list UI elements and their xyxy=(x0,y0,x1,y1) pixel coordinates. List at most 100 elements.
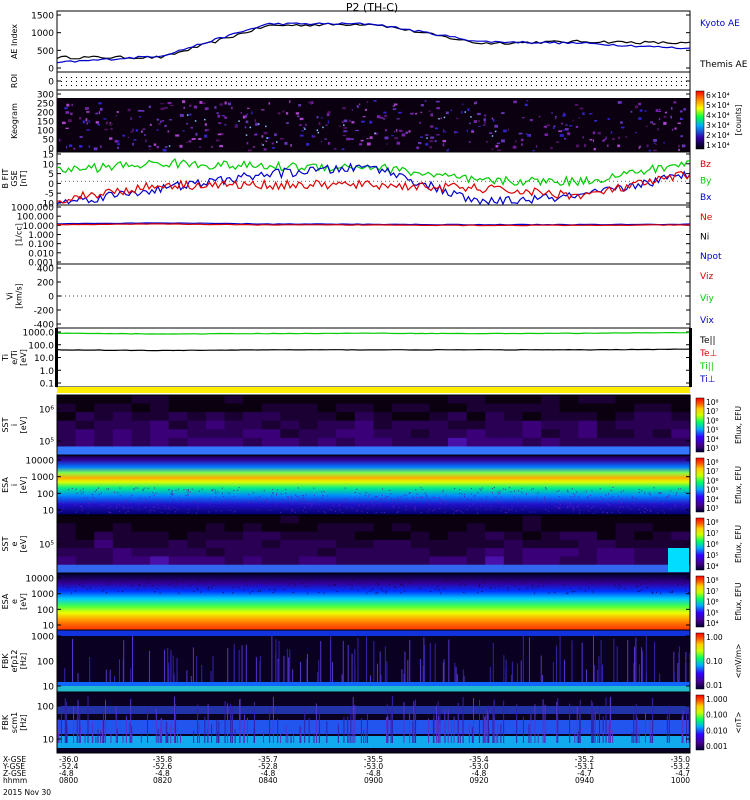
esa-speckle xyxy=(395,587,397,589)
esa-speckle xyxy=(558,507,560,509)
sst-cell xyxy=(243,395,263,405)
esa-speckle xyxy=(375,592,377,594)
roi-dot xyxy=(161,85,162,86)
sst-cell xyxy=(94,539,114,549)
fbk-streak xyxy=(516,663,518,682)
esa-speckle xyxy=(333,584,335,586)
keogram-pixel xyxy=(497,149,501,152)
esa-speckle xyxy=(620,582,622,584)
keogram-pixel xyxy=(655,143,657,146)
sst-cell xyxy=(261,403,282,413)
esa-speckle xyxy=(591,490,593,492)
sst-cell xyxy=(94,446,114,456)
colorbar xyxy=(695,517,705,571)
esa-speckle xyxy=(403,590,405,592)
panel-bfield: 151050-5-10B FIT GSE [nT]BzByBx xyxy=(1,151,712,210)
esa-speckle xyxy=(665,496,667,498)
esa-speckle xyxy=(400,592,402,594)
esa-speckle xyxy=(587,510,589,512)
sst-cell xyxy=(466,539,486,549)
sst-cell xyxy=(336,539,356,549)
esa-speckle xyxy=(352,501,354,503)
roi-dot xyxy=(451,85,452,86)
esa-speckle xyxy=(617,587,619,589)
roi-dot xyxy=(331,85,332,86)
series-bz xyxy=(56,171,691,204)
esa-speckle xyxy=(425,575,427,577)
sst-cell xyxy=(299,420,319,430)
esa-speckle xyxy=(107,583,109,585)
fbk-streak xyxy=(64,698,66,743)
fbk-streak xyxy=(610,696,612,743)
sst-cell xyxy=(299,395,319,405)
esa-speckle xyxy=(578,504,580,506)
esa-speckle xyxy=(638,509,640,511)
sst-cell xyxy=(112,564,133,574)
esa-speckle xyxy=(453,512,455,514)
esa-speckle xyxy=(559,503,561,505)
keogram-bright xyxy=(304,128,306,130)
y-axis-label-line: B FIT xyxy=(1,168,10,188)
esa-speckle xyxy=(171,494,173,496)
roi-dot xyxy=(371,77,372,78)
y-tick-label: 10000 xyxy=(25,575,54,585)
esa-speckle xyxy=(352,579,354,581)
keogram-bright xyxy=(194,120,197,122)
sst-cell xyxy=(373,446,393,456)
esa-speckle xyxy=(290,579,292,581)
keogram-pixel xyxy=(179,144,183,148)
x-tick-label: 0800 xyxy=(59,776,78,785)
esa-speckle xyxy=(302,497,304,499)
esa-speckle xyxy=(459,497,461,499)
esa-speckle xyxy=(169,496,171,498)
esa-speckle xyxy=(638,491,640,493)
roi-dot xyxy=(96,77,97,78)
roi-dot xyxy=(481,85,482,86)
esa-speckle xyxy=(437,586,439,588)
esa-speckle xyxy=(248,501,250,503)
esa-speckle xyxy=(375,512,377,514)
sst-cell xyxy=(410,523,430,533)
sst-cell xyxy=(615,429,635,439)
esa-speckle xyxy=(67,579,69,581)
keogram-pixel xyxy=(160,107,165,110)
fbk-streak xyxy=(165,723,167,743)
esa-speckle xyxy=(197,509,199,511)
sst-cell xyxy=(150,437,170,448)
esa-speckle xyxy=(185,494,187,496)
esa-speckle xyxy=(233,511,235,513)
esa-speckle xyxy=(511,506,513,508)
legend-label: Kyoto AE xyxy=(700,19,740,29)
keogram-pixel xyxy=(301,130,304,132)
keogram-pixel xyxy=(219,103,223,106)
esa-speckle xyxy=(324,512,326,514)
keogram-pixel xyxy=(265,140,268,142)
keogram-pixel xyxy=(513,145,516,147)
fbk-band xyxy=(57,682,690,686)
keogram-pixel xyxy=(544,133,548,137)
sst-cell xyxy=(94,523,114,533)
sst-cell xyxy=(261,556,282,566)
fbk-streak xyxy=(552,662,554,682)
y-axis-label: [1/cc] xyxy=(15,223,24,246)
sst-cell xyxy=(57,403,77,413)
keogram-pixel xyxy=(137,109,142,112)
esa-speckle xyxy=(612,487,614,489)
roi-dot xyxy=(246,81,247,82)
sst-cell xyxy=(410,548,430,558)
esa-speckle xyxy=(410,580,412,582)
keogram-pixel xyxy=(261,109,265,111)
keogram-bright xyxy=(276,141,278,143)
y-axis-label-line: e/Ti xyxy=(10,350,19,364)
roi-dot xyxy=(421,81,422,82)
sst-cell xyxy=(317,539,337,549)
roi-dot xyxy=(121,85,122,86)
esa-speckle xyxy=(215,492,217,494)
sst-cell xyxy=(503,556,524,566)
sst-cell xyxy=(168,539,188,549)
roi-dot xyxy=(501,85,502,86)
roi-dot xyxy=(266,85,267,86)
esa-speckle xyxy=(198,580,200,582)
sst-cell xyxy=(112,515,133,524)
keogram-pixel xyxy=(180,113,184,117)
